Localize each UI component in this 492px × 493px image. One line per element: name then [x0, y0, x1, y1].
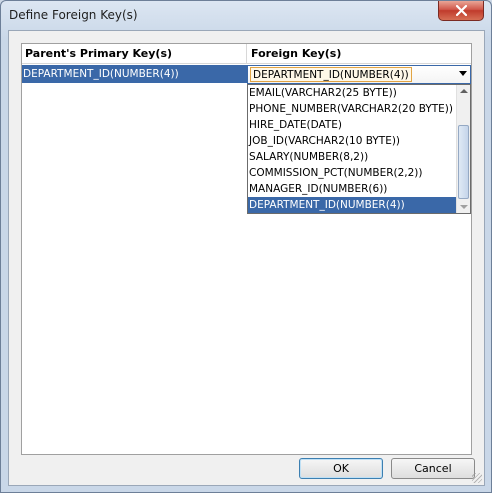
- foreign-key-dropdown-list[interactable]: EMAIL(VARCHAR2(25 BYTE)) PHONE_NUMBER(VA…: [247, 84, 471, 214]
- title-bar[interactable]: Define Foreign Key(s): [1, 1, 491, 31]
- dropdown-option[interactable]: COMMISSION_PCT(NUMBER(2,2)): [248, 165, 456, 181]
- window-title: Define Foreign Key(s): [9, 8, 138, 22]
- dropdown-option[interactable]: SALARY(NUMBER(8,2)): [248, 149, 456, 165]
- ok-button[interactable]: OK: [299, 458, 383, 479]
- foreign-key-combobox[interactable]: DEPARTMENT_ID(NUMBER(4)): [247, 65, 471, 84]
- close-icon: [455, 5, 467, 16]
- dialog-window: Define Foreign Key(s) Parent's Primary K…: [0, 0, 492, 493]
- grid-header: Parent's Primary Key(s) Foreign Key(s): [22, 44, 471, 64]
- column-header-foreign-key[interactable]: Foreign Key(s): [248, 44, 471, 64]
- foreign-key-grid: Parent's Primary Key(s) Foreign Key(s) D…: [21, 43, 472, 455]
- dropdown-option[interactable]: HIRE_DATE(DATE): [248, 117, 456, 133]
- dropdown-option-selected[interactable]: DEPARTMENT_ID(NUMBER(4)): [248, 197, 456, 213]
- dropdown-option[interactable]: PHONE_NUMBER(VARCHAR2(20 BYTE)): [248, 101, 456, 117]
- resize-grip-icon[interactable]: [472, 473, 482, 483]
- primary-key-cell[interactable]: DEPARTMENT_ID(NUMBER(4)): [22, 65, 247, 83]
- cancel-button[interactable]: Cancel: [391, 458, 475, 479]
- dropdown-option[interactable]: MANAGER_ID(NUMBER(6)): [248, 181, 456, 197]
- dropdown-option[interactable]: JOB_ID(VARCHAR2(10 BYTE)): [248, 133, 456, 149]
- scrollbar-thumb[interactable]: [458, 125, 469, 199]
- dropdown-option[interactable]: EMAIL(VARCHAR2(25 BYTE)): [248, 85, 456, 101]
- column-header-primary-key[interactable]: Parent's Primary Key(s): [22, 44, 247, 64]
- dialog-content: Parent's Primary Key(s) Foreign Key(s) D…: [8, 30, 485, 486]
- close-button[interactable]: [438, 1, 484, 21]
- dropdown-scrollbar[interactable]: [456, 85, 470, 213]
- scroll-down-arrow-icon[interactable]: [460, 205, 468, 209]
- foreign-key-selected-value: DEPARTMENT_ID(NUMBER(4)): [250, 67, 412, 82]
- chevron-down-icon[interactable]: [459, 71, 467, 76]
- table-row[interactable]: DEPARTMENT_ID(NUMBER(4)) DEPARTMENT_ID(N…: [22, 65, 471, 84]
- scroll-up-arrow-icon[interactable]: [460, 89, 468, 93]
